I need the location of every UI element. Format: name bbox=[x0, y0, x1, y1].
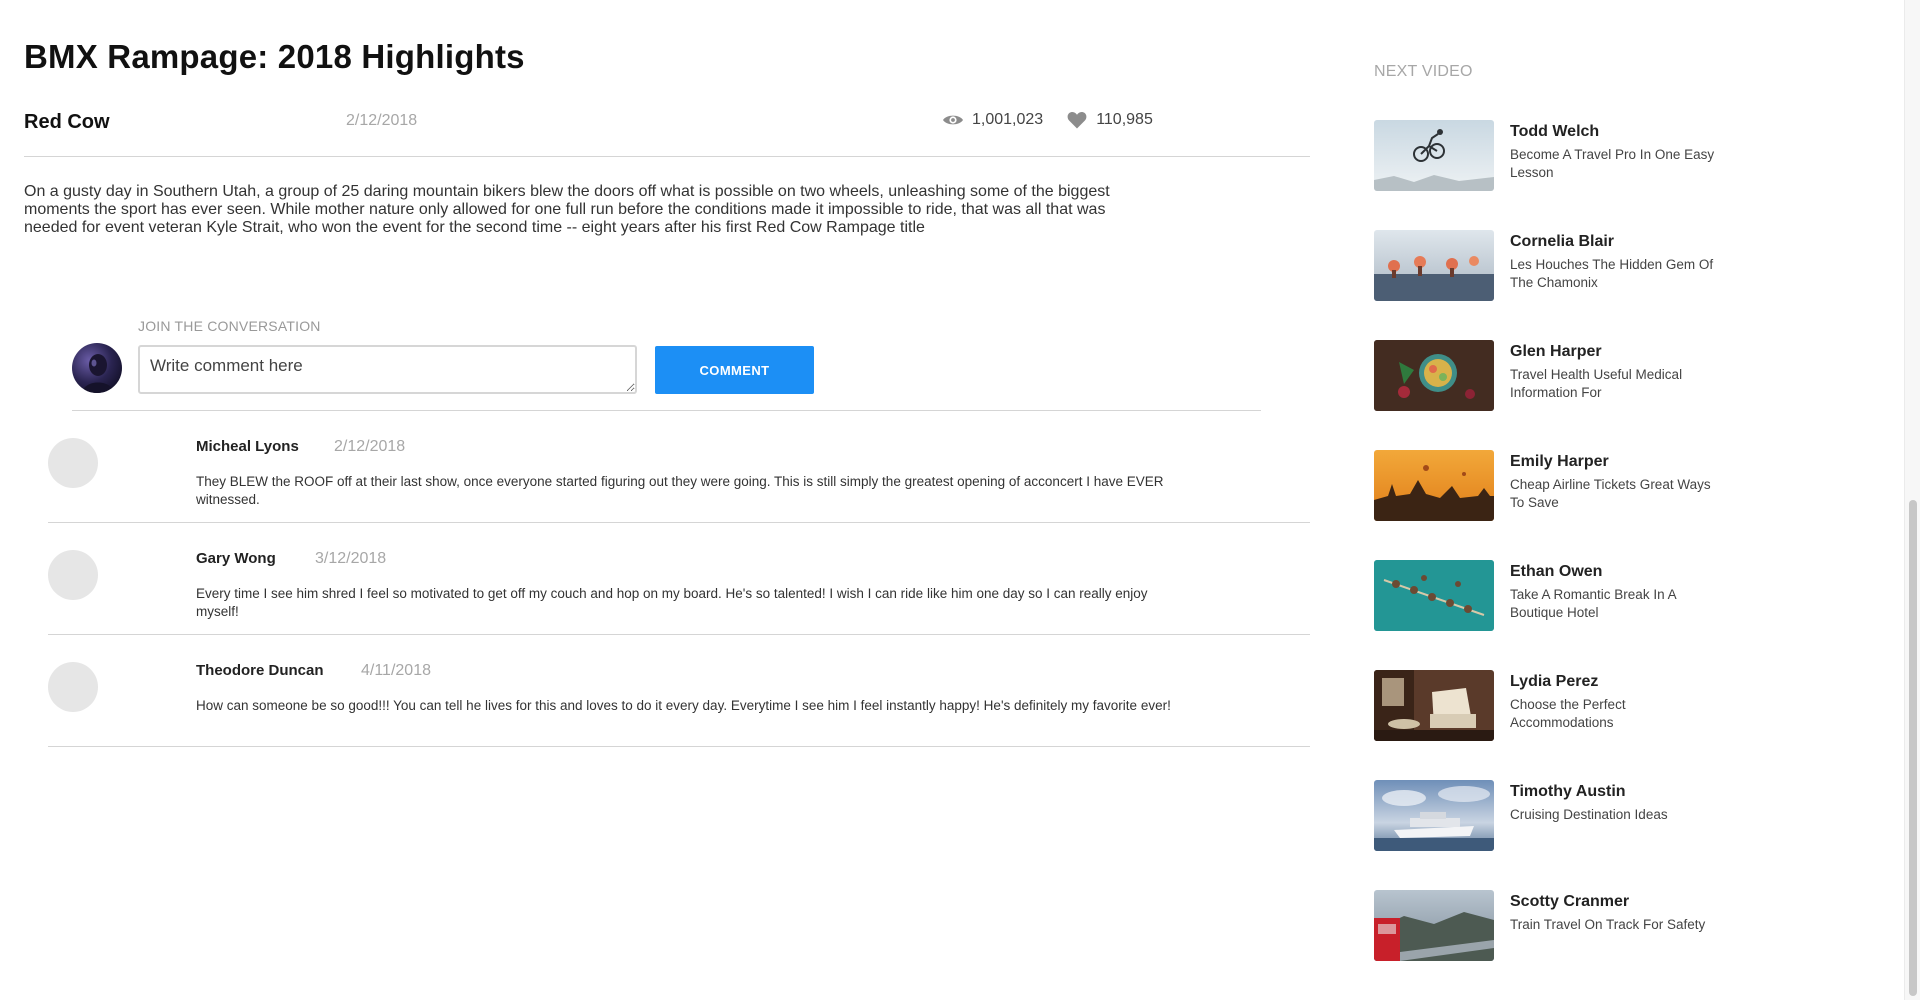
video-stats: 1,001,023 110,985 bbox=[942, 111, 1153, 129]
next-video-item[interactable]: Lydia Perez Choose the Perfect Accommoda… bbox=[1374, 670, 1774, 780]
next-video-author[interactable]: Glen Harper bbox=[1510, 343, 1602, 361]
next-video-item[interactable]: Glen Harper Travel Health Useful Medical… bbox=[1374, 340, 1774, 450]
next-video-author[interactable]: Emily Harper bbox=[1510, 453, 1609, 471]
comment-author[interactable]: Theodore Duncan bbox=[196, 662, 324, 679]
comment-item: Gary Wong 3/12/2018 Every time I see him… bbox=[48, 523, 1310, 635]
next-video-author[interactable]: Cornelia Blair bbox=[1510, 233, 1614, 251]
channel-name[interactable]: Red Cow bbox=[24, 111, 110, 134]
views-count: 1,001,023 bbox=[942, 111, 1043, 129]
next-video-title[interactable]: Les Houches The Hidden Gem Of The Chamon… bbox=[1510, 256, 1720, 292]
commenter-avatar bbox=[48, 662, 98, 712]
video-description: On a gusty day in Southern Utah, a group… bbox=[24, 183, 1110, 236]
comment-input[interactable] bbox=[138, 345, 637, 394]
publish-date: 2/12/2018 bbox=[346, 112, 418, 129]
next-video-label: NEXT VIDEO bbox=[1374, 63, 1473, 80]
next-video-title[interactable]: Cheap Airline Tickets Great Ways To Save bbox=[1510, 476, 1720, 512]
next-video-item[interactable]: Scotty Cranmer Train Travel On Track For… bbox=[1374, 890, 1774, 1000]
comment-date: 2/12/2018 bbox=[334, 438, 406, 455]
comment-button[interactable]: COMMENT bbox=[655, 346, 814, 394]
comment-date: 4/11/2018 bbox=[361, 662, 431, 679]
comment-text: How can someone be so good!!! You can te… bbox=[196, 698, 1171, 713]
likes-value: 110,985 bbox=[1096, 111, 1153, 128]
next-video-item[interactable]: Timothy Austin Cruising Destination Idea… bbox=[1374, 780, 1774, 890]
current-user-avatar bbox=[72, 343, 122, 393]
video-thumbnail[interactable] bbox=[1374, 230, 1494, 301]
next-video-title[interactable]: Train Travel On Track For Safety bbox=[1510, 916, 1720, 934]
next-video-author[interactable]: Todd Welch bbox=[1510, 123, 1599, 141]
video-title: BMX Rampage: 2018 Highlights bbox=[24, 38, 525, 75]
video-thumbnail[interactable] bbox=[1374, 340, 1494, 411]
join-conversation-label: JOIN THE CONVERSATION bbox=[138, 318, 321, 334]
comment-text: Every time I see him shred I feel so mot… bbox=[196, 586, 1148, 619]
video-thumbnail[interactable] bbox=[1374, 670, 1494, 741]
heart-icon[interactable] bbox=[1067, 111, 1096, 129]
next-video-item[interactable]: Ethan Owen Take A Romantic Break In A Bo… bbox=[1374, 560, 1774, 670]
comment-item: Theodore Duncan 4/11/2018 How can someon… bbox=[48, 635, 1310, 747]
next-video-author[interactable]: Lydia Perez bbox=[1510, 673, 1598, 691]
next-video-title[interactable]: Choose the Perfect Accommodations bbox=[1510, 696, 1720, 732]
next-video-title[interactable]: Cruising Destination Ideas bbox=[1510, 806, 1720, 824]
commenter-avatar bbox=[48, 438, 98, 488]
video-thumbnail[interactable] bbox=[1374, 560, 1494, 631]
next-video-item[interactable]: Cornelia Blair Les Houches The Hidden Ge… bbox=[1374, 230, 1774, 340]
page-scrollbar[interactable] bbox=[1904, 0, 1920, 1000]
video-thumbnail[interactable] bbox=[1374, 890, 1494, 961]
next-video-title[interactable]: Travel Health Useful Medical Information… bbox=[1510, 366, 1720, 402]
next-video-author[interactable]: Scotty Cranmer bbox=[1510, 893, 1629, 911]
views-value: 1,001,023 bbox=[972, 111, 1044, 128]
next-video-item[interactable]: Emily Harper Cheap Airline Tickets Great… bbox=[1374, 450, 1774, 560]
next-video-title[interactable]: Take A Romantic Break In A Boutique Hote… bbox=[1510, 586, 1720, 622]
comment-item: Micheal Lyons 2/12/2018 They BLEW the RO… bbox=[48, 411, 1310, 523]
next-video-author[interactable]: Timothy Austin bbox=[1510, 783, 1626, 801]
comment-author[interactable]: Micheal Lyons bbox=[196, 438, 299, 455]
video-thumbnail[interactable] bbox=[1374, 450, 1494, 521]
next-video-title[interactable]: Become A Travel Pro In One Easy Lesson bbox=[1510, 146, 1720, 182]
comment-date: 3/12/2018 bbox=[315, 550, 387, 567]
eye-icon bbox=[942, 113, 972, 127]
comment-author[interactable]: Gary Wong bbox=[196, 550, 276, 567]
scrollbar-thumb[interactable] bbox=[1909, 500, 1917, 996]
video-thumbnail[interactable] bbox=[1374, 780, 1494, 851]
commenter-avatar bbox=[48, 550, 98, 600]
video-thumbnail[interactable] bbox=[1374, 120, 1494, 191]
next-video-list: Todd Welch Become A Travel Pro In One Ea… bbox=[1374, 120, 1774, 1000]
likes-count[interactable]: 110,985 bbox=[1067, 111, 1153, 129]
header-divider bbox=[24, 156, 1310, 157]
next-video-item[interactable]: Todd Welch Become A Travel Pro In One Ea… bbox=[1374, 120, 1774, 230]
comments-list: Micheal Lyons 2/12/2018 They BLEW the RO… bbox=[48, 411, 1310, 747]
next-video-author[interactable]: Ethan Owen bbox=[1510, 563, 1602, 581]
comment-text: They BLEW the ROOF off at their last sho… bbox=[196, 474, 1164, 507]
